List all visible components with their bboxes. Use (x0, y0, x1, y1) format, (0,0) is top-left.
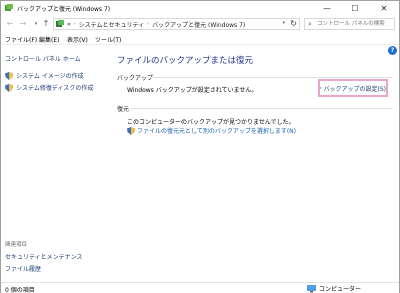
backup-app-icon (5, 4, 13, 11)
breadcrumb-overflow[interactable]: « (67, 21, 71, 28)
restore-section-divider (131, 108, 393, 109)
setup-backup-link[interactable]: バックアップの設定(S) (318, 79, 388, 97)
search-icon: ⌕ (308, 20, 312, 28)
search-input[interactable] (317, 19, 393, 29)
navigation-bar: ← → ▾ ↑ « › システムとセキュリティ › バックアップと復元 (Win… (1, 16, 399, 33)
menu-view[interactable]: 表示(V) (67, 35, 88, 44)
create-repair-disc-label: システム修復ディスクの作成 (16, 85, 94, 92)
backup-status-text: Windows バックアップが設定されていません。 (127, 87, 258, 94)
status-location: コンピューター (307, 284, 361, 293)
create-system-image-link[interactable]: システム イメージの作成 (5, 71, 84, 80)
search-box[interactable]: ⌕ (304, 18, 395, 30)
refresh-icon[interactable]: ↻ (290, 19, 297, 28)
file-history-link[interactable]: ファイル履歴 (5, 264, 41, 273)
status-location-label: コンピューター (319, 286, 362, 293)
shield-icon (5, 83, 13, 92)
status-bar: 0 個の項目 コンピューター (1, 282, 399, 293)
menu-edit[interactable]: 編集(E) (39, 35, 59, 44)
address-dropdown-icon[interactable]: ▾ (282, 20, 285, 26)
page-title: ファイルのバックアップまたは復元 (117, 56, 254, 66)
see-also-heading: 関連項目 (5, 242, 28, 248)
back-arrow-icon[interactable]: ← (5, 19, 15, 29)
backup-section-divider (147, 77, 393, 78)
up-arrow-icon[interactable]: ↑ (41, 19, 51, 29)
forward-arrow-icon[interactable]: → (18, 19, 28, 29)
minimize-button[interactable]: — (313, 1, 341, 16)
shield-icon (127, 126, 135, 135)
close-button[interactable]: ✕ (370, 1, 398, 16)
restore-status-text: このコンピューターのバックアップが見つかりませんでした。 (127, 119, 295, 126)
maximize-button[interactable]: ☐ (341, 1, 369, 16)
backup-restore-window: バックアップと復元 (Windows 7) — ☐ ✕ ← → ▾ ↑ « › … (0, 0, 400, 293)
computer-icon (307, 284, 316, 292)
breadcrumb-separator-icon: › (147, 21, 150, 27)
control-panel-icon (56, 20, 64, 27)
help-icon[interactable]: ? (388, 46, 397, 55)
create-system-image-label: システム イメージの作成 (16, 73, 84, 80)
select-other-backup-link[interactable]: ファイルの復元元として別のバックアップを選択します(N) (127, 126, 296, 135)
security-maintenance-link[interactable]: セキュリティとメンテナンス (5, 252, 83, 261)
main-content: ファイルのバックアップまたは復元 バックアップ Windows バックアップが設… (109, 46, 399, 282)
restore-section-label: 復元 (117, 106, 130, 113)
menu-file[interactable]: ファイル(F) (5, 35, 37, 44)
address-bar[interactable]: « › システムとセキュリティ › バックアップと復元 (Windows 7) … (53, 18, 300, 30)
menu-bar: ファイル(F) 編集(E) 表示(V) ツール(T) (1, 34, 399, 45)
shield-icon (5, 71, 13, 80)
item-count: 0 個の項目 (5, 287, 35, 293)
breadcrumb-backup-restore[interactable]: バックアップと復元 (Windows 7) (152, 20, 245, 29)
title-bar: バックアップと復元 (Windows 7) — ☐ ✕ (1, 1, 399, 16)
sidebar: コントロール パネル ホーム システム イメージの作成 システム修復ディスクの作… (1, 46, 109, 282)
breadcrumb-separator-icon: › (73, 21, 76, 27)
shield-icon (320, 87, 322, 89)
menu-tools[interactable]: ツール(T) (95, 35, 121, 44)
create-repair-disc-link[interactable]: システム修復ディスクの作成 (5, 83, 93, 92)
window-title: バックアップと復元 (Windows 7) (17, 6, 111, 13)
select-other-backup-label: ファイルの復元元として別のバックアップを選択します(N) (137, 128, 296, 135)
control-panel-home-link[interactable]: コントロール パネル ホーム (5, 54, 81, 63)
breadcrumb-system-security[interactable]: システムとセキュリティ (79, 20, 144, 29)
recent-locations-dropdown-icon[interactable]: ▾ (31, 19, 41, 29)
setup-backup-label: バックアップの設定(S) (323, 85, 387, 93)
